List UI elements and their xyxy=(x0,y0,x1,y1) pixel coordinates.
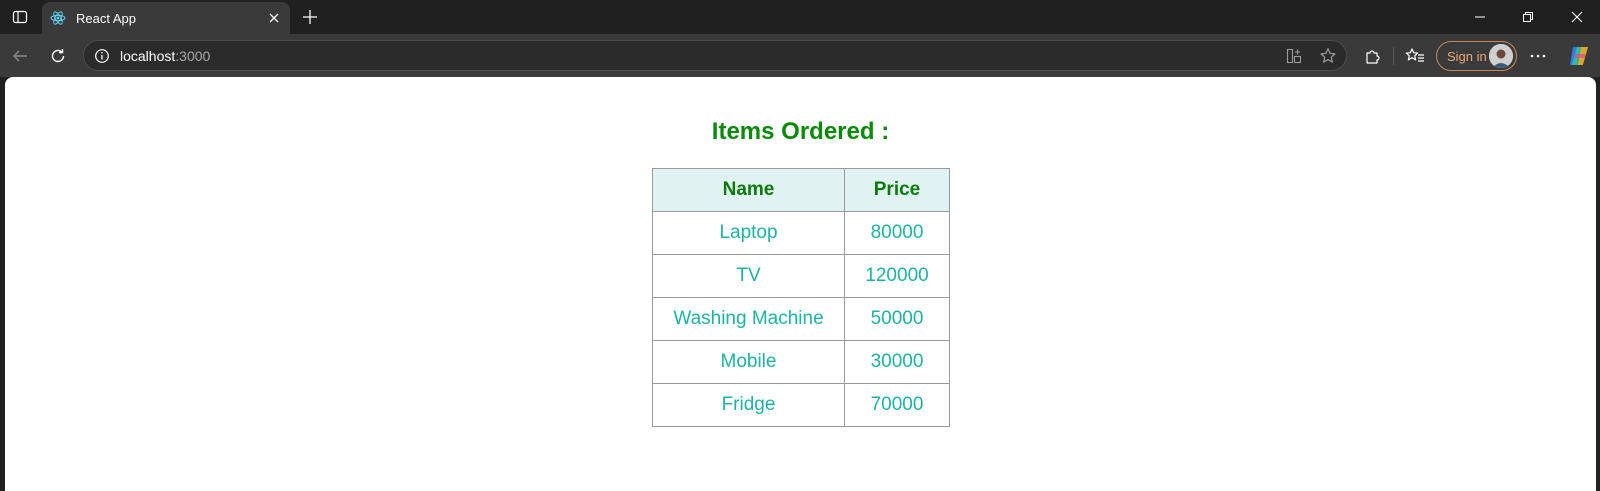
info-icon[interactable] xyxy=(94,48,110,64)
favorites-icon[interactable] xyxy=(1401,42,1429,70)
table-row: Mobile 30000 xyxy=(652,340,950,384)
refresh-icon[interactable] xyxy=(44,42,72,70)
address-bar[interactable]: localhost:3000 xyxy=(83,40,1347,71)
title-bar: React App xyxy=(0,0,1600,34)
cell-name: Laptop xyxy=(652,211,845,255)
cell-price: 50000 xyxy=(844,297,950,341)
toolbar-divider xyxy=(1393,47,1394,65)
sign-in-button[interactable]: Sign in xyxy=(1436,41,1517,71)
cell-price: 80000 xyxy=(844,211,950,255)
page-title: Items Ordered : xyxy=(711,118,890,145)
copilot-icon[interactable] xyxy=(1565,42,1593,70)
close-window-icon[interactable] xyxy=(1564,4,1590,30)
cell-price: 120000 xyxy=(844,254,950,298)
react-logo-icon xyxy=(50,10,66,26)
cell-price: 30000 xyxy=(844,340,950,384)
restore-icon[interactable] xyxy=(1515,4,1541,30)
tab-title: React App xyxy=(76,10,136,26)
cell-name: TV xyxy=(652,254,845,298)
table-row: TV 120000 xyxy=(652,254,950,298)
tab-react-app[interactable]: React App xyxy=(42,2,290,34)
url-port: :3000 xyxy=(175,48,211,64)
url-text[interactable]: localhost:3000 xyxy=(120,48,210,64)
page-viewport: Items Ordered : Name Price Laptop 80000 … xyxy=(5,77,1596,491)
back-arrow-icon[interactable] xyxy=(6,42,34,70)
url-host: localhost xyxy=(120,48,176,64)
table-row: Laptop 80000 xyxy=(652,211,950,255)
table-header-row: Name Price xyxy=(652,168,950,212)
avatar xyxy=(1489,44,1513,68)
cell-name: Mobile xyxy=(652,340,845,384)
star-icon[interactable] xyxy=(1318,46,1338,66)
browser-toolbar: localhost:3000 Sign in xyxy=(0,34,1600,77)
cell-price: 70000 xyxy=(844,383,950,427)
items-table: Name Price Laptop 80000 TV 120000 Washin… xyxy=(652,168,950,427)
column-header-price: Price xyxy=(844,168,950,212)
cell-name: Fridge xyxy=(652,383,845,427)
app-available-icon[interactable] xyxy=(1284,46,1304,66)
sidebar-toggle-icon[interactable] xyxy=(8,5,32,29)
minimize-icon[interactable] xyxy=(1467,4,1493,30)
table-row: Fridge 70000 xyxy=(652,383,950,427)
cell-name: Washing Machine xyxy=(652,297,845,341)
more-icon[interactable] xyxy=(1524,42,1552,70)
plus-icon[interactable] xyxy=(298,5,322,29)
puzzle-icon[interactable] xyxy=(1359,42,1387,70)
table-row: Washing Machine 50000 xyxy=(652,297,950,341)
sign-in-label: Sign in xyxy=(1447,48,1487,64)
column-header-name: Name xyxy=(652,168,845,212)
close-icon[interactable] xyxy=(262,6,286,30)
